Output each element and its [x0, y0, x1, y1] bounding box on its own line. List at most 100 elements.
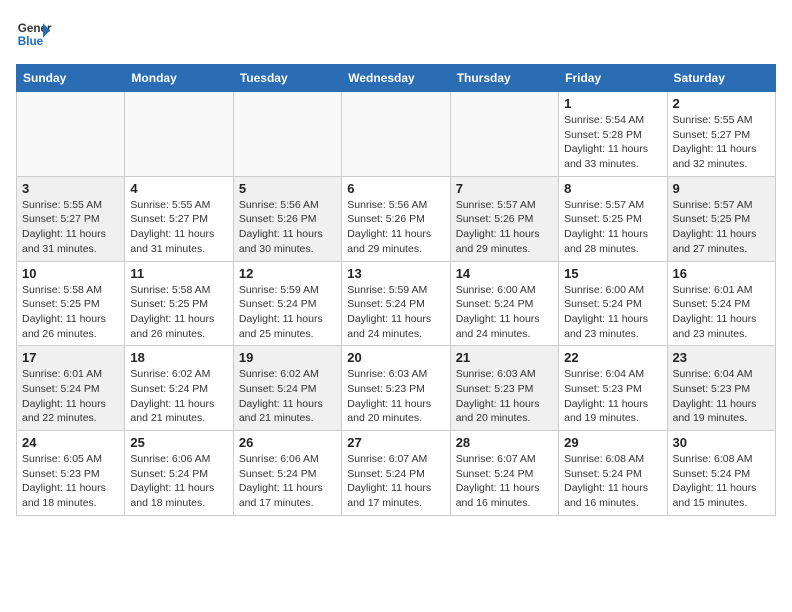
calendar-cell: 22 Sunrise: 6:04 AM Sunset: 5:23 PM Dayli… — [559, 346, 667, 431]
day-info: Sunrise: 6:06 AM Sunset: 5:24 PM Dayligh… — [239, 452, 336, 511]
day-info: Sunrise: 6:07 AM Sunset: 5:24 PM Dayligh… — [347, 452, 444, 511]
calendar-cell: 27 Sunrise: 6:07 AM Sunset: 5:24 PM Dayli… — [342, 431, 450, 516]
week-row-2: 3 Sunrise: 5:55 AM Sunset: 5:27 PM Daylig… — [17, 176, 776, 261]
day-info: Sunrise: 5:55 AM Sunset: 5:27 PM Dayligh… — [130, 198, 227, 257]
calendar-cell: 10 Sunrise: 5:58 AM Sunset: 5:25 PM Dayli… — [17, 261, 125, 346]
day-header-saturday: Saturday — [667, 65, 775, 92]
day-number: 10 — [22, 266, 119, 281]
calendar-cell: 20 Sunrise: 6:03 AM Sunset: 5:23 PM Dayli… — [342, 346, 450, 431]
day-header-friday: Friday — [559, 65, 667, 92]
calendar-cell — [17, 92, 125, 177]
day-number: 23 — [673, 350, 770, 365]
calendar-cell: 28 Sunrise: 6:07 AM Sunset: 5:24 PM Dayli… — [450, 431, 558, 516]
week-row-4: 17Sunrise: 6:01 AM Sunset: 5:24 PM Dayli… — [17, 346, 776, 431]
day-info: Sunrise: 6:07 AM Sunset: 5:24 PM Dayligh… — [456, 452, 553, 511]
day-info: Sunrise: 5:59 AM Sunset: 5:24 PM Dayligh… — [239, 283, 336, 342]
day-number: 14 — [456, 266, 553, 281]
calendar-cell: 7 Sunrise: 5:57 AM Sunset: 5:26 PM Daylig… — [450, 176, 558, 261]
day-number: 25 — [130, 435, 227, 450]
calendar-cell: 12 Sunrise: 5:59 AM Sunset: 5:24 PM Dayli… — [233, 261, 341, 346]
day-number: 5 — [239, 181, 336, 196]
calendar-cell: 4 Sunrise: 5:55 AM Sunset: 5:27 PM Daylig… — [125, 176, 233, 261]
calendar-cell: 8 Sunrise: 5:57 AM Sunset: 5:25 PM Daylig… — [559, 176, 667, 261]
day-info: Sunrise: 6:03 AM Sunset: 5:23 PM Dayligh… — [347, 367, 444, 426]
day-info: Sunrise: 5:57 AM Sunset: 5:26 PM Dayligh… — [456, 198, 553, 257]
day-info: Sunrise: 5:56 AM Sunset: 5:26 PM Dayligh… — [239, 198, 336, 257]
day-number: 24 — [22, 435, 119, 450]
page-header: General Blue — [16, 16, 776, 52]
day-header-monday: Monday — [125, 65, 233, 92]
calendar-table: SundayMondayTuesdayWednesdayThursdayFrid… — [16, 64, 776, 516]
calendar-cell: 26 Sunrise: 6:06 AM Sunset: 5:24 PM Dayli… — [233, 431, 341, 516]
calendar-cell: 17Sunrise: 6:01 AM Sunset: 5:24 PM Dayli… — [17, 346, 125, 431]
day-info: Sunrise: 5:59 AM Sunset: 5:24 PM Dayligh… — [347, 283, 444, 342]
svg-text:Blue: Blue — [18, 35, 44, 48]
day-info: Sunrise: 6:04 AM Sunset: 5:23 PM Dayligh… — [564, 367, 661, 426]
logo-icon: General Blue — [16, 16, 52, 52]
day-info: Sunrise: 6:05 AM Sunset: 5:23 PM Dayligh… — [22, 452, 119, 511]
day-number: 30 — [673, 435, 770, 450]
day-number: 17 — [22, 350, 119, 365]
day-number: 28 — [456, 435, 553, 450]
calendar-cell: 24 Sunrise: 6:05 AM Sunset: 5:23 PM Dayli… — [17, 431, 125, 516]
calendar-cell — [125, 92, 233, 177]
day-info: Sunrise: 6:02 AM Sunset: 5:24 PM Dayligh… — [239, 367, 336, 426]
day-info: Sunrise: 6:08 AM Sunset: 5:24 PM Dayligh… — [564, 452, 661, 511]
day-info: Sunrise: 6:00 AM Sunset: 5:24 PM Dayligh… — [564, 283, 661, 342]
day-info: Sunrise: 5:58 AM Sunset: 5:25 PM Dayligh… — [130, 283, 227, 342]
day-info: Sunrise: 6:04 AM Sunset: 5:23 PM Dayligh… — [673, 367, 770, 426]
calendar-cell: 14 Sunrise: 6:00 AM Sunset: 5:24 PM Dayli… — [450, 261, 558, 346]
day-number: 16 — [673, 266, 770, 281]
day-number: 4 — [130, 181, 227, 196]
day-number: 6 — [347, 181, 444, 196]
day-number: 18 — [130, 350, 227, 365]
day-info: Sunrise: 5:55 AM Sunset: 5:27 PM Dayligh… — [673, 113, 770, 172]
calendar-cell: 25Sunrise: 6:06 AM Sunset: 5:24 PM Dayli… — [125, 431, 233, 516]
day-info: Sunrise: 6:00 AM Sunset: 5:24 PM Dayligh… — [456, 283, 553, 342]
day-info: Sunrise: 5:54 AM Sunset: 5:28 PM Dayligh… — [564, 113, 661, 172]
calendar-cell: 2 Sunrise: 5:55 AM Sunset: 5:27 PM Daylig… — [667, 92, 775, 177]
calendar-cell: 1 Sunrise: 5:54 AM Sunset: 5:28 PM Daylig… — [559, 92, 667, 177]
calendar-cell: 29 Sunrise: 6:08 AM Sunset: 5:24 PM Dayli… — [559, 431, 667, 516]
calendar-cell: 9Sunrise: 5:57 AM Sunset: 5:25 PM Daylig… — [667, 176, 775, 261]
calendar-cell: 15 Sunrise: 6:00 AM Sunset: 5:24 PM Dayli… — [559, 261, 667, 346]
day-number: 22 — [564, 350, 661, 365]
calendar-cell: 30 Sunrise: 6:08 AM Sunset: 5:24 PM Dayli… — [667, 431, 775, 516]
day-number: 13 — [347, 266, 444, 281]
calendar-header-row: SundayMondayTuesdayWednesdayThursdayFrid… — [17, 65, 776, 92]
day-number: 26 — [239, 435, 336, 450]
day-info: Sunrise: 5:57 AM Sunset: 5:25 PM Dayligh… — [564, 198, 661, 257]
day-header-sunday: Sunday — [17, 65, 125, 92]
day-number: 19 — [239, 350, 336, 365]
calendar-cell: 11 Sunrise: 5:58 AM Sunset: 5:25 PM Dayli… — [125, 261, 233, 346]
day-number: 9 — [673, 181, 770, 196]
day-number: 7 — [456, 181, 553, 196]
logo: General Blue — [16, 16, 52, 52]
week-row-1: 1 Sunrise: 5:54 AM Sunset: 5:28 PM Daylig… — [17, 92, 776, 177]
calendar-cell: 6 Sunrise: 5:56 AM Sunset: 5:26 PM Daylig… — [342, 176, 450, 261]
day-info: Sunrise: 6:02 AM Sunset: 5:24 PM Dayligh… — [130, 367, 227, 426]
calendar-cell: 19 Sunrise: 6:02 AM Sunset: 5:24 PM Dayli… — [233, 346, 341, 431]
day-number: 15 — [564, 266, 661, 281]
day-number: 27 — [347, 435, 444, 450]
day-number: 8 — [564, 181, 661, 196]
day-header-wednesday: Wednesday — [342, 65, 450, 92]
day-number: 3 — [22, 181, 119, 196]
day-info: Sunrise: 5:58 AM Sunset: 5:25 PM Dayligh… — [22, 283, 119, 342]
day-number: 2 — [673, 96, 770, 111]
day-number: 29 — [564, 435, 661, 450]
day-header-tuesday: Tuesday — [233, 65, 341, 92]
calendar-cell — [342, 92, 450, 177]
day-info: Sunrise: 5:56 AM Sunset: 5:26 PM Dayligh… — [347, 198, 444, 257]
day-number: 12 — [239, 266, 336, 281]
calendar-cell: 23 Sunrise: 6:04 AM Sunset: 5:23 PM Dayli… — [667, 346, 775, 431]
calendar-cell: 13 Sunrise: 5:59 AM Sunset: 5:24 PM Dayli… — [342, 261, 450, 346]
day-number: 11 — [130, 266, 227, 281]
day-info: Sunrise: 6:08 AM Sunset: 5:24 PM Dayligh… — [673, 452, 770, 511]
calendar-cell: 18 Sunrise: 6:02 AM Sunset: 5:24 PM Dayli… — [125, 346, 233, 431]
day-number: 1 — [564, 96, 661, 111]
calendar-cell — [450, 92, 558, 177]
day-number: 20 — [347, 350, 444, 365]
day-info: Sunrise: 6:01 AM Sunset: 5:24 PM Dayligh… — [673, 283, 770, 342]
calendar-cell — [233, 92, 341, 177]
